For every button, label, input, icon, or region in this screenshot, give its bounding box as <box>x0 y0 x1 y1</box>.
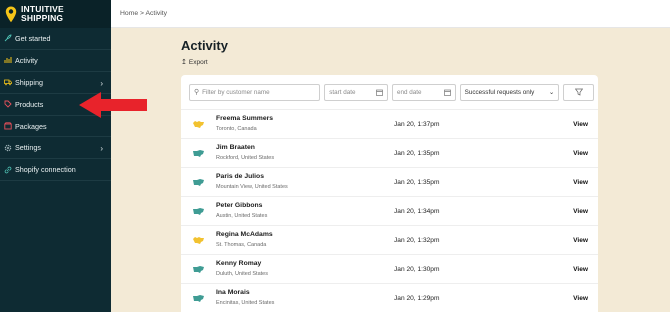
link-icon <box>4 166 12 174</box>
chevron-right-icon: › <box>100 78 103 88</box>
breadcrumb[interactable]: Home > Activity <box>120 10 167 17</box>
view-link[interactable]: View <box>573 266 588 273</box>
usa-map-icon <box>193 150 204 157</box>
customer-name: Jim Braaten <box>216 144 255 151</box>
usa-map-icon <box>193 179 204 186</box>
customer-name: Freema Summers <box>216 115 274 122</box>
usa-map-icon <box>193 208 204 215</box>
sidebar-item-get-started[interactable]: Get started <box>0 28 111 50</box>
chevron-right-icon: › <box>100 144 103 154</box>
table-row[interactable]: Kenny Romay Duluth, United States Jan 20… <box>181 255 598 284</box>
table-row[interactable]: Peter Gibbons Austin, United States Jan … <box>181 197 598 226</box>
export-button[interactable]: ↥ Export <box>181 58 208 67</box>
request-time: Jan 20, 1:30pm <box>394 266 440 273</box>
view-link[interactable]: View <box>573 150 588 157</box>
canada-map-icon <box>193 237 204 244</box>
status-select[interactable]: Successful requests only ⌄ <box>459 83 560 101</box>
location-pin-logo-icon <box>5 6 17 22</box>
request-time: Jan 20, 1:35pm <box>394 179 440 186</box>
view-link[interactable]: View <box>573 121 588 128</box>
customer-search-input[interactable]: ⚲ Filter by customer name <box>189 83 321 101</box>
calendar-icon <box>443 89 451 96</box>
view-link[interactable]: View <box>573 179 588 186</box>
customer-location: Rockford, United States <box>216 155 275 161</box>
view-link[interactable]: View <box>573 237 588 244</box>
rocket-icon <box>4 34 12 42</box>
customer-name: Peter Gibbons <box>216 202 263 209</box>
filter-bar: ⚲ Filter by customer name start date end… <box>181 75 598 109</box>
table-row[interactable]: Ina Morais Encinitas, United States Jan … <box>181 284 598 312</box>
request-time: Jan 20, 1:34pm <box>394 208 440 215</box>
table-row[interactable]: Freema Summers Toronto, Canada Jan 20, 1… <box>181 110 598 139</box>
page-title: Activity <box>181 38 228 53</box>
canada-map-icon <box>193 121 204 128</box>
start-date-input[interactable]: start date <box>324 83 388 101</box>
sidebar: INTUITIVE SHIPPING Get started Activity … <box>0 0 111 312</box>
view-link[interactable]: View <box>573 208 588 215</box>
usa-map-icon <box>193 295 204 302</box>
table-row[interactable]: Paris de Julios Mountain View, United St… <box>181 168 598 197</box>
funnel-icon <box>574 88 583 96</box>
sidebar-item-settings[interactable]: Settings › <box>0 137 111 160</box>
tag-icon <box>4 100 12 108</box>
gear-icon <box>4 144 12 152</box>
request-time: Jan 20, 1:37pm <box>394 121 440 128</box>
customer-location: St. Thomas, Canada <box>216 242 267 248</box>
customer-location: Encinitas, United States <box>216 300 275 306</box>
table-row[interactable]: Jim Braaten Rockford, United States Jan … <box>181 139 598 168</box>
calendar-icon <box>376 89 383 96</box>
annotation-arrow-icon <box>79 92 147 118</box>
activity-list: Freema Summers Toronto, Canada Jan 20, 1… <box>181 109 598 312</box>
customer-name: Ina Morais <box>216 289 250 296</box>
table-row[interactable]: Regina McAdams St. Thomas, Canada Jan 20… <box>181 226 598 255</box>
sidebar-item-shipping[interactable]: Shipping › <box>0 72 111 94</box>
sidebar-item-shopify-connection[interactable]: Shopify connection <box>0 159 111 182</box>
brand-name: INTUITIVE SHIPPING <box>21 4 64 23</box>
customer-location: Mountain View, United States <box>216 184 288 190</box>
upload-icon: ↥ <box>181 59 187 66</box>
request-time: Jan 20, 1:29pm <box>394 295 440 302</box>
request-time: Jan 20, 1:35pm <box>394 150 440 157</box>
search-icon: ⚲ <box>194 89 200 96</box>
top-bar: Home > Activity <box>111 0 670 28</box>
customer-location: Toronto, Canada <box>216 126 257 132</box>
activity-card: ⚲ Filter by customer name start date end… <box>181 75 598 312</box>
chart-icon <box>4 56 12 64</box>
sidebar-item-activity[interactable]: Activity <box>0 50 111 72</box>
brand-logo[interactable]: INTUITIVE SHIPPING <box>0 0 111 28</box>
customer-name: Regina McAdams <box>216 231 273 238</box>
end-date-input[interactable]: end date <box>391 83 456 101</box>
customer-name: Kenny Romay <box>216 260 262 267</box>
sidebar-item-packages[interactable]: Packages <box>0 116 111 138</box>
customer-name: Paris de Julios <box>216 173 264 180</box>
package-icon <box>4 122 12 130</box>
truck-icon <box>4 78 12 86</box>
usa-map-icon <box>193 266 204 273</box>
customer-location: Duluth, United States <box>216 271 268 277</box>
view-link[interactable]: View <box>573 295 588 302</box>
filter-button[interactable] <box>563 83 594 101</box>
request-time: Jan 20, 1:32pm <box>394 237 440 244</box>
chevron-down-icon: ⌄ <box>548 88 555 96</box>
customer-location: Austin, United States <box>216 213 268 219</box>
